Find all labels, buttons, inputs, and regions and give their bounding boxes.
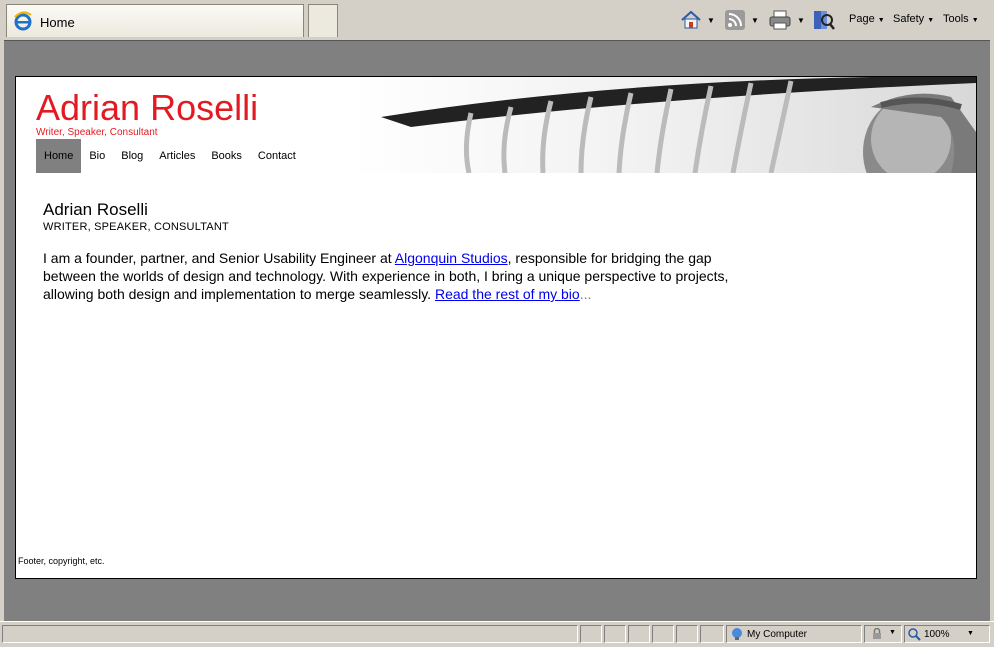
read-more-link[interactable]: Read the rest of my bio [435,286,580,302]
home-icon [681,10,701,29]
nav-item-home[interactable]: Home [36,139,82,173]
nav-item-articles[interactable]: Articles [151,139,203,173]
print-button[interactable]: ▼ [768,7,805,33]
print-icon [769,10,791,30]
chevron-down-icon[interactable]: ▼ [797,16,805,25]
security-zone[interactable]: My Computer [726,625,862,643]
site-title[interactable]: Adrian Roselli [36,89,258,127]
research-button[interactable] [812,7,836,33]
chevron-down-icon[interactable]: ▼ [707,16,715,25]
status-text-pane [2,625,578,643]
nav-item-bio[interactable]: Bio [81,139,113,173]
browser-viewport: Adrian Roselli Writer, Speaker, Consulta… [4,40,990,622]
tab-title: Home [40,15,75,30]
browser-tab-home[interactable]: Home [6,4,304,37]
new-tab-button[interactable] [308,4,338,37]
ie-logo-icon [14,11,32,31]
feeds-button[interactable]: ▼ [724,7,759,33]
computer-icon [732,628,742,640]
page-menu[interactable]: Page ▼ [849,13,885,25]
browser-toolbar: Home ▼ ▼ ▼ Page ▼ Safety ▼ Tools ▼ [0,0,994,40]
algonquin-studios-link[interactable]: Algonquin Studios [395,250,508,266]
lock-icon [873,628,881,639]
bio-text-before: I am a founder, partner, and Senior Usab… [43,250,395,266]
status-pane [580,625,602,643]
status-pane [700,625,724,643]
safety-menu-label: Safety [893,13,925,25]
zone-label: My Computer [747,629,808,640]
page-menu-label: Page [849,13,875,25]
nav-item-books[interactable]: Books [203,139,250,173]
site-tagline: Writer, Speaker, Consultant [36,127,158,138]
tools-menu[interactable]: Tools ▼ [943,13,979,25]
chevron-down-icon[interactable]: ▼ [751,16,759,25]
ellipsis: ... [579,286,592,302]
header-banner-image [351,77,976,173]
status-pane [604,625,626,643]
page-footer: Footer, copyright, etc. [18,556,105,566]
content-subheading: WRITER, SPEAKER, CONSULTANT [43,221,229,233]
web-page: Adrian Roselli Writer, Speaker, Consulta… [15,76,977,579]
tools-menu-label: Tools [943,13,969,25]
home-button[interactable]: ▼ [680,7,715,33]
zoom-icon [908,628,921,641]
protected-mode-pane[interactable]: ▼ [864,625,902,643]
site-header: Adrian Roselli Writer, Speaker, Consulta… [16,77,976,173]
feeds-icon [725,10,745,30]
status-pane [676,625,698,643]
status-pane [628,625,650,643]
status-bar: My Computer ▼ 100% ▼ [0,621,994,647]
status-pane [652,625,674,643]
chevron-down-icon[interactable]: ▼ [967,630,974,637]
zoom-control[interactable]: 100% ▼ [904,625,990,643]
zoom-level: 100% [924,629,950,640]
main-nav: Home Bio Blog Articles Books Contact [36,139,304,173]
research-icon [814,11,835,30]
nav-item-contact[interactable]: Contact [250,139,304,173]
content-heading: Adrian Roselli [43,200,148,219]
chevron-down-icon[interactable]: ▼ [889,629,896,636]
bio-paragraph: I am a founder, partner, and Senior Usab… [43,249,763,303]
nav-item-blog[interactable]: Blog [113,139,151,173]
safety-menu[interactable]: Safety ▼ [893,13,934,25]
